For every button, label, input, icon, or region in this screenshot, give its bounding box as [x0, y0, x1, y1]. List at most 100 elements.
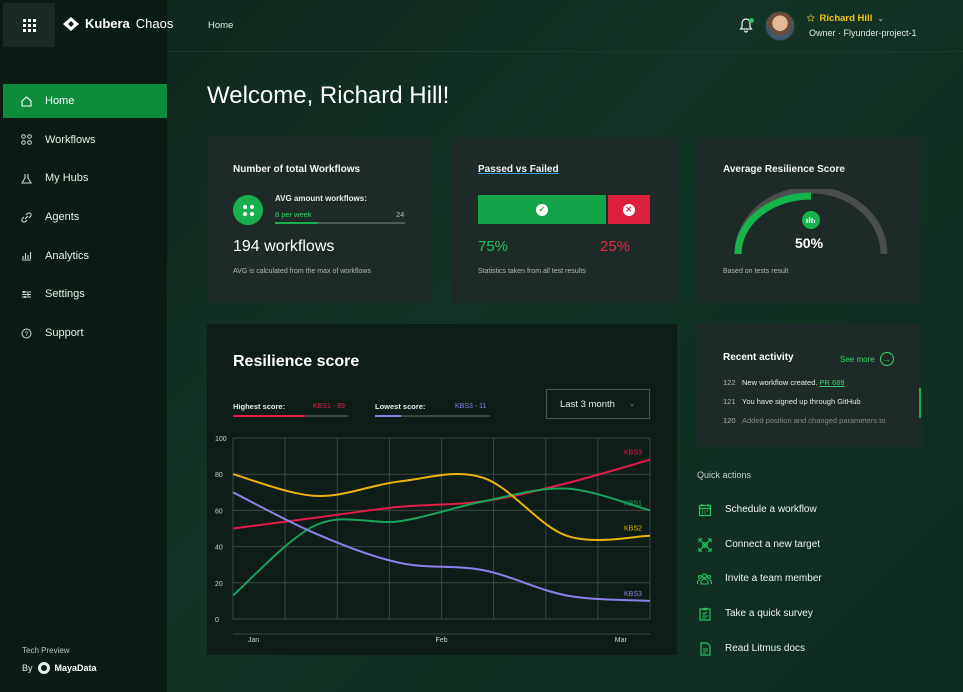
- series-label: KBS2: [624, 526, 642, 533]
- sidebar-item-analytics[interactable]: Analytics: [3, 239, 167, 273]
- lowest-score-value: KBS3 - 11: [455, 403, 487, 410]
- analytics-icon: [21, 250, 32, 261]
- y-tick-label: 60: [215, 508, 223, 515]
- y-tick-label: 80: [215, 472, 223, 479]
- maker-credit[interactable]: By MayaData: [22, 662, 97, 674]
- card-note: AVG is calculated from the max of workfl…: [233, 268, 371, 275]
- quick-action-label: Read Litmus docs: [725, 643, 806, 654]
- check-icon: ✓: [535, 203, 548, 216]
- resilience-gauge: [734, 189, 888, 255]
- gauge-value: 50%: [795, 235, 824, 251]
- highest-score-label: Highest score:: [233, 402, 286, 411]
- quick-action-label: Schedule a workflow: [725, 504, 817, 515]
- chevron-down-icon: ⌄: [877, 14, 885, 23]
- sidebar-item-label: Support: [45, 327, 84, 340]
- calendar-icon: [697, 502, 712, 517]
- failed-percent: 25%: [600, 238, 631, 255]
- docs-icon: [697, 641, 712, 656]
- highest-score-value: KBS1 - 89: [313, 403, 345, 410]
- y-tick-label: 40: [215, 545, 223, 552]
- activity-text: New workflow created.: [742, 378, 818, 387]
- brand-name-bold: Kubera: [85, 16, 130, 31]
- support-icon: ?: [21, 328, 32, 339]
- passed-segment: ✓: [478, 195, 606, 224]
- y-tick-label: 0: [215, 617, 219, 624]
- x-tick-label: Jan: [248, 637, 259, 644]
- range-select-value: Last 3 month: [560, 398, 615, 410]
- series-label: KBS3: [624, 591, 642, 598]
- avg-per-week: 8 per week: [275, 210, 312, 219]
- sidebar-item-label: Workflows: [45, 133, 96, 146]
- svg-text:?: ?: [25, 331, 29, 338]
- sidebar-item-workflows[interactable]: Workflows: [3, 123, 167, 157]
- see-more-label: See more: [840, 354, 875, 364]
- target-icon: [697, 537, 712, 552]
- see-more-link[interactable]: See more →: [840, 352, 894, 366]
- survey-icon: [697, 606, 712, 621]
- chart-title: Resilience score: [233, 353, 360, 370]
- pass-fail-bar: ✓ ✕: [478, 195, 650, 224]
- card-title: Average Resilience Score: [723, 164, 845, 175]
- sidebar-item-label: Settings: [45, 288, 85, 301]
- avatar[interactable]: [765, 11, 795, 41]
- activity-number: 121: [723, 397, 736, 406]
- quick-action-read-docs[interactable]: Read Litmus docs: [697, 641, 805, 656]
- failed-segment: ✕: [607, 195, 650, 224]
- card-title: Number of total Workflows: [233, 164, 361, 175]
- breadcrumb[interactable]: Home: [208, 20, 233, 31]
- activity-link[interactable]: PR 689: [820, 378, 845, 387]
- quick-action-schedule[interactable]: Schedule a workflow: [697, 502, 817, 517]
- sidebar-item-support[interactable]: ? Support: [3, 316, 167, 350]
- lowest-score-line: [375, 415, 490, 417]
- card-note: Statistics taken from all test results: [478, 268, 586, 275]
- series-label: KBS1: [624, 500, 642, 507]
- top-header: Home ✩ Richard Hill ⌄ Owner · Flyunder-p…: [167, 0, 963, 52]
- card-title[interactable]: Passed vs Failed: [478, 164, 559, 175]
- quick-actions-title: Quick actions: [697, 470, 752, 480]
- team-icon: [697, 571, 712, 586]
- apps-grid-icon: [22, 18, 36, 32]
- sidebar-item-agents[interactable]: Agents: [3, 200, 167, 234]
- activity-scrollbar[interactable]: [919, 388, 921, 418]
- sidebar-item-home[interactable]: Home: [3, 84, 167, 118]
- activity-number: 120: [723, 416, 736, 425]
- quick-action-invite[interactable]: Invite a team member: [697, 571, 822, 586]
- maker-name: MayaData: [54, 663, 97, 673]
- card-note: Based on tests result: [723, 268, 789, 275]
- workflows-icon: [21, 134, 32, 145]
- activity-text: You have signed up through GitHub: [742, 397, 861, 406]
- quick-action-label: Connect a new target: [725, 539, 821, 550]
- recent-activity-card: Recent activity See more → 122 New workf…: [697, 324, 922, 447]
- y-tick-label: 100: [215, 436, 227, 443]
- owner-star-icon: ✩: [807, 13, 815, 23]
- link-icon: [21, 211, 32, 223]
- activity-item: 122 New workflow created. PR 689: [723, 378, 845, 387]
- home-icon: [21, 95, 32, 107]
- avg-progress-fill: [275, 222, 318, 224]
- x-tick-label: Mar: [615, 637, 628, 644]
- sidebar-item-my-hubs[interactable]: My Hubs: [3, 161, 167, 195]
- chevron-down-icon: ⌄: [629, 401, 635, 408]
- mayadata-logo-icon: [37, 662, 50, 674]
- user-role: Owner · Flyunder-project-1: [809, 28, 917, 38]
- quick-action-connect-target[interactable]: Connect a new target: [697, 537, 820, 552]
- resilience-chart-card: Resilience score Highest score: KBS1 - 8…: [207, 324, 677, 655]
- sidebar-item-label: My Hubs: [45, 172, 89, 185]
- sidebar-item-settings[interactable]: Settings: [3, 277, 167, 311]
- range-select[interactable]: Last 3 month ⌄: [546, 389, 650, 419]
- arrow-right-icon: →: [879, 352, 894, 366]
- lowest-score-label: Lowest score:: [375, 402, 426, 411]
- activity-number: 122: [723, 378, 736, 387]
- apps-menu-button[interactable]: [3, 3, 55, 47]
- activity-text: Added position and changed parameters to: [742, 416, 886, 425]
- user-name: Richard Hill: [819, 13, 873, 24]
- workflow-dots-icon: [233, 195, 263, 225]
- resilience-line-chart: 0 20 40 60 80 100 Jan Feb Mar KBS3 KBS1 KBS2 KBS3: [215, 436, 651, 644]
- user-menu[interactable]: ✩ Richard Hill ⌄: [807, 13, 884, 24]
- logo[interactable]: Kubera Chaos: [63, 16, 173, 31]
- page-title: Welcome, Richard Hill!: [207, 82, 450, 109]
- quick-action-label: Take a quick survey: [725, 608, 813, 619]
- quick-action-survey[interactable]: Take a quick survey: [697, 606, 813, 621]
- sidebar-nav: Home Workflows My Hubs Agents Analytics …: [3, 84, 167, 355]
- tech-preview-label: Tech Preview: [22, 646, 70, 655]
